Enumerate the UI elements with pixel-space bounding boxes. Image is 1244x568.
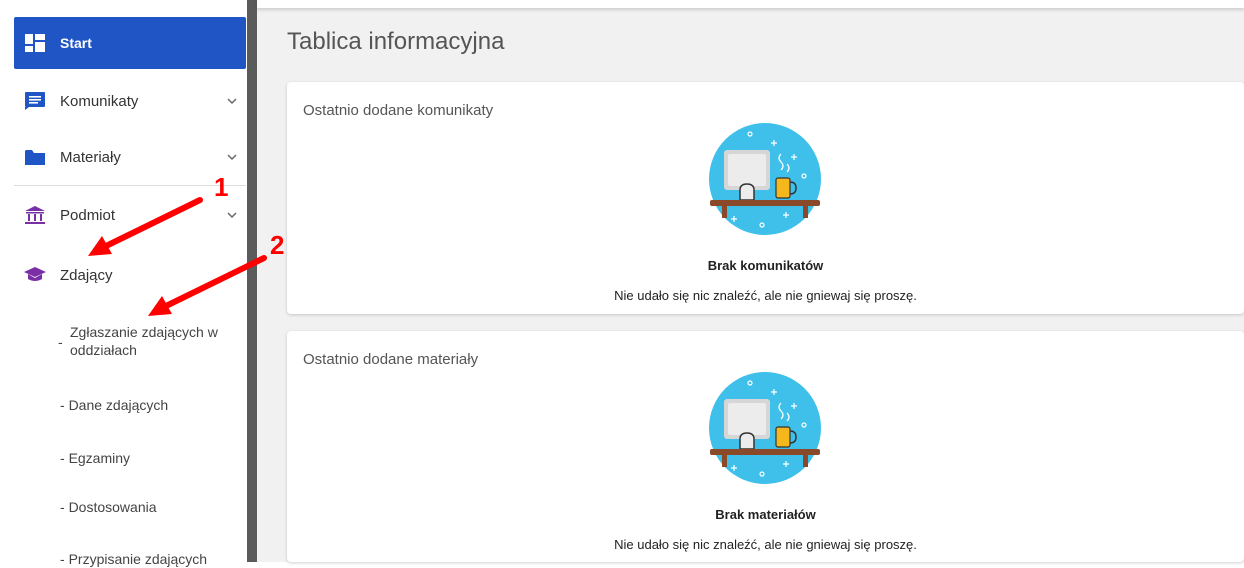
empty-state-title: Brak komunikatów (707, 258, 824, 273)
chevron-down-icon[interactable] (226, 95, 238, 107)
chevron-down-icon[interactable] (226, 209, 238, 221)
sidebar-item-start[interactable]: Start (14, 17, 246, 69)
subitem-label-line1: Zgłaszanie zdających w (70, 324, 218, 340)
subitem-label: Przypisanie zdających (68, 551, 208, 567)
card-title: Ostatnio dodane komunikaty (303, 102, 494, 119)
subitem-label: Dane zdających (68, 397, 169, 413)
card-recent-messages: Ostatnio dodane komunikaty Brak komunika… (287, 82, 1244, 314)
subitem-label-line2: oddziałach (70, 342, 137, 358)
sidebar-item-label: Materiały (60, 148, 121, 166)
subitem-label: Egzaminy (68, 450, 131, 466)
sidebar-item-materialy[interactable]: Materiały (14, 131, 246, 183)
annotation-number-1: 1 (214, 172, 229, 202)
sidebar-item-komunikaty[interactable]: Komunikaty (14, 75, 246, 127)
sidebar-item-label: Start (60, 35, 92, 51)
graduation-cap-icon (24, 264, 46, 286)
message-icon (24, 90, 46, 112)
subitem-dash: - (60, 397, 65, 413)
top-bar (257, 0, 1244, 8)
subitem-dash: - (58, 334, 63, 350)
sidebar-subitem-dostosowania[interactable]: - Dostosowania (60, 498, 157, 516)
card-title: Ostatnio dodane materiały (303, 351, 479, 368)
card-recent-materials: Ostatnio dodane materiały Brak materiałó… (287, 331, 1244, 562)
sidebar-item-label: Zdający (60, 266, 113, 284)
sidebar-subitem-dane-zdajacych[interactable]: - Dane zdających (60, 396, 168, 414)
sidebar-item-podmiot[interactable]: Podmiot (14, 189, 246, 241)
sidebar-item-zdajacy[interactable]: Zdający (14, 249, 246, 301)
sidebar: Start Komunikaty Materiały Podmiot Zdają… (0, 0, 247, 567)
subitem-label: Dostosowania (68, 499, 157, 515)
chevron-down-icon[interactable] (226, 151, 238, 163)
sidebar-divider (14, 185, 246, 186)
subitem-dash: - (60, 551, 65, 567)
subitem-dash: - (60, 499, 65, 515)
sidebar-subitem-przypisanie[interactable]: - Przypisanie zdających (60, 550, 207, 568)
annotation-number-2: 2 (270, 230, 285, 260)
empty-state-text: Nie udało się nic znaleźć, ale nie gniew… (614, 288, 917, 303)
main-content: Tablica informacyjna Ostatnio dodane kom… (257, 0, 1244, 562)
empty-state-title: Brak materiałów (715, 507, 816, 522)
sidebar-item-label: Komunikaty (60, 92, 139, 110)
sidebar-scrollbar[interactable] (247, 0, 257, 562)
subitem-dash: - (60, 450, 65, 466)
sidebar-item-label: Podmiot (60, 206, 116, 224)
institution-icon (24, 204, 46, 226)
dashboard-icon (24, 32, 46, 54)
page-title: Tablica informacyjna (287, 28, 505, 55)
folder-icon (24, 146, 46, 168)
sidebar-subitem-zglaszanie[interactable]: - Zgłaszanie zdających w oddziałach (58, 323, 218, 359)
empty-desk-illustration (709, 372, 821, 484)
empty-state-text: Nie udało się nic znaleźć, ale nie gniew… (614, 537, 917, 552)
empty-desk-illustration (709, 123, 821, 235)
sidebar-subitem-egzaminy[interactable]: - Egzaminy (60, 449, 130, 467)
